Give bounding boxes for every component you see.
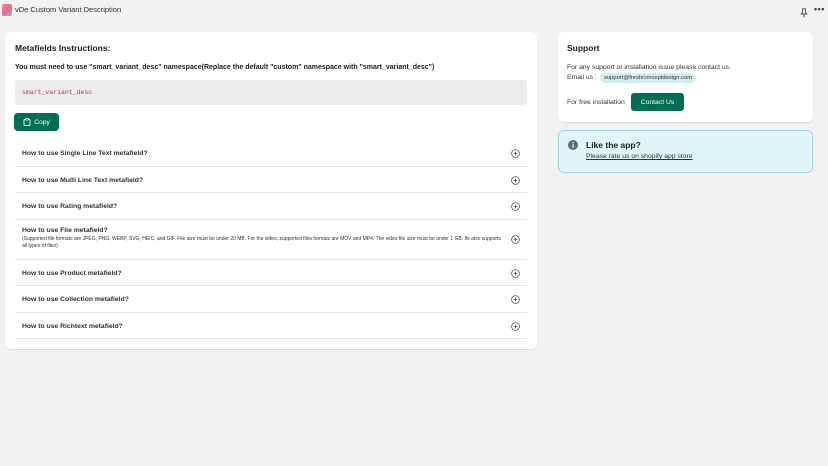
faq-question: How to use Multi Line Text metafield?	[22, 176, 144, 184]
plus-circle-icon[interactable]	[511, 175, 520, 185]
namespace-code-box: smart_variant_desc	[15, 80, 527, 105]
plus-circle-icon[interactable]	[511, 268, 520, 278]
faq-item-multi-line-text[interactable]: How to use Multi Line Text metafield?	[15, 167, 527, 193]
support-title: Support	[567, 43, 600, 53]
free-installation-label: For free installation	[567, 99, 625, 106]
app-header: vDe Custom Variant Description •••	[0, 0, 828, 20]
more-icon[interactable]: •••	[814, 5, 824, 15]
faq-question: How to use Richtext metafield?	[22, 322, 123, 330]
metafields-card: Metafields Instructions: You must need t…	[5, 32, 537, 349]
app-title: vDe Custom Variant Description	[15, 5, 122, 14]
support-email-badge[interactable]: support@freshconceptdesign.com	[600, 73, 697, 83]
app-logo-icon	[2, 4, 12, 16]
plus-circle-icon[interactable]	[511, 149, 520, 158]
faq-item-rating[interactable]: How to use Rating metafield?	[15, 193, 527, 220]
like-app-title: Like the app?	[586, 140, 641, 150]
faq-question: How to use Rating metafield?	[22, 203, 118, 210]
info-icon	[568, 140, 578, 150]
faq-item-collection[interactable]: How to use Collection metafield?	[15, 286, 527, 313]
plus-circle-icon[interactable]	[511, 234, 520, 244]
like-app-banner: Like the app? Please rate us on shopify …	[558, 130, 813, 173]
metafields-title: Metafields Instructions:	[15, 43, 111, 53]
faq-item-single-line-text[interactable]: How to use Single Line Text metafield?	[15, 140, 527, 167]
faq-item-file[interactable]: How to use File metafield? (Supported fi…	[15, 220, 527, 260]
faq-note: (Supported file formats are JPEG, PNG, W…	[22, 235, 501, 250]
namespace-code: smart_variant_desc	[22, 89, 93, 96]
faq-item-product[interactable]: How to use Product metafield?	[15, 260, 527, 286]
support-card: Support For any support or installation …	[558, 32, 813, 122]
copy-button-label: Copy	[34, 118, 50, 126]
contact-us-button[interactable]: Contact Us	[631, 93, 684, 111]
support-description: For any support or installation issue pl…	[567, 64, 731, 71]
faq-question: How to use Product metafield?	[22, 269, 122, 277]
plus-circle-icon[interactable]	[511, 202, 520, 211]
namespace-instruction: You must need to use "smart_variant_desc…	[15, 64, 435, 71]
pin-icon[interactable]	[800, 5, 808, 18]
plus-circle-icon[interactable]	[511, 321, 520, 331]
email-label: Email us :	[567, 74, 597, 81]
faq-question: How to use Collection metafield?	[22, 296, 129, 303]
faq-question: How to use File metafield?	[22, 226, 108, 234]
faq-list: How to use Single Line Text metafield? H…	[15, 140, 527, 339]
plus-circle-icon[interactable]	[511, 295, 520, 304]
copy-button[interactable]: Copy	[14, 113, 59, 131]
rate-app-link[interactable]: Please rate us on shopify app store	[586, 153, 693, 160]
faq-question: How to use Single Line Text metafield?	[22, 150, 148, 157]
faq-item-richtext[interactable]: How to use Richtext metafield?	[15, 313, 527, 339]
clipboard-icon	[23, 118, 31, 126]
